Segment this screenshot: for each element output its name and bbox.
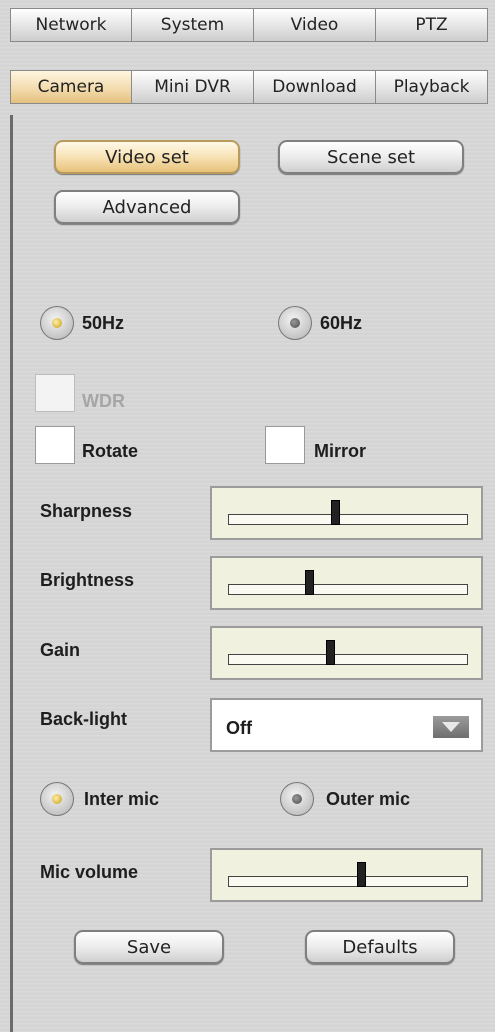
video-set-button[interactable]: Video set: [54, 140, 240, 174]
radio-dot-icon: [52, 794, 62, 804]
rotate-checkbox[interactable]: [35, 426, 75, 464]
tab-row-primary: Network System Video PTZ: [10, 8, 488, 42]
outer-mic-label: Outer mic: [326, 789, 411, 809]
tab-download[interactable]: Download: [254, 70, 376, 104]
defaults-button[interactable]: Defaults: [305, 930, 455, 964]
radio-inter-mic[interactable]: [40, 782, 74, 816]
wdr-checkbox[interactable]: [35, 374, 75, 412]
label-50hz: 50Hz: [82, 313, 125, 333]
sharpness-label: Sharpness: [40, 501, 133, 521]
slider-track: [228, 584, 468, 595]
tab-row-secondary: Camera Mini DVR Download Playback: [10, 70, 488, 104]
slider-thumb[interactable]: [331, 500, 341, 525]
backlight-select[interactable]: Off: [210, 698, 483, 752]
dropdown-arrow-icon[interactable]: [433, 716, 469, 738]
radio-outer-mic[interactable]: [280, 782, 314, 816]
mirror-checkbox[interactable]: [265, 426, 305, 464]
tab-camera[interactable]: Camera: [10, 70, 132, 104]
rotate-label: Rotate: [82, 441, 139, 461]
tab-mini-dvr[interactable]: Mini DVR: [132, 70, 254, 104]
radio-dot-icon: [52, 318, 62, 328]
radio-60hz[interactable]: [278, 306, 312, 340]
slider-track: [228, 514, 468, 525]
slider-thumb[interactable]: [304, 570, 314, 595]
slider-thumb[interactable]: [357, 862, 367, 887]
sharpness-slider[interactable]: [210, 486, 483, 540]
tab-playback[interactable]: Playback: [376, 70, 488, 104]
mic-volume-label: Mic volume: [40, 862, 139, 882]
slider-track: [228, 654, 468, 665]
gain-label: Gain: [40, 640, 81, 660]
radio-50hz[interactable]: [40, 306, 74, 340]
wdr-label: WDR: [82, 391, 125, 411]
gain-slider[interactable]: [210, 626, 483, 680]
tab-network[interactable]: Network: [10, 8, 132, 42]
mirror-label: Mirror: [314, 441, 367, 461]
panel-divider: [10, 115, 13, 1032]
label-60hz: 60Hz: [320, 313, 363, 333]
advanced-button[interactable]: Advanced: [54, 190, 240, 224]
mic-volume-slider[interactable]: [210, 848, 483, 902]
backlight-label: Back-light: [40, 709, 128, 729]
brightness-label: Brightness: [40, 570, 135, 590]
radio-dot-icon: [290, 318, 300, 328]
backlight-value: Off: [226, 718, 252, 738]
brightness-slider[interactable]: [210, 556, 483, 610]
scene-set-button[interactable]: Scene set: [278, 140, 464, 174]
tab-ptz[interactable]: PTZ: [376, 8, 488, 42]
radio-dot-icon: [292, 794, 302, 804]
save-button[interactable]: Save: [74, 930, 224, 964]
slider-track: [228, 876, 468, 887]
slider-thumb[interactable]: [326, 640, 336, 665]
inter-mic-label: Inter mic: [84, 789, 160, 809]
tab-video[interactable]: Video: [254, 8, 376, 42]
tab-system[interactable]: System: [132, 8, 254, 42]
